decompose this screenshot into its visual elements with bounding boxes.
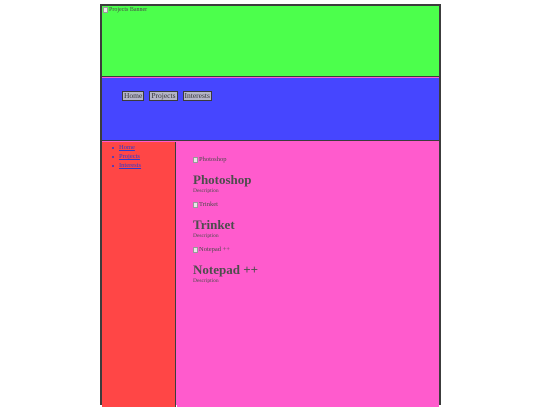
project-trinket: Trinket Trinket Description [193,195,235,239]
project-title: Photoshop [193,172,252,187]
project-image-alt: Notepad ++ [199,245,230,253]
project-image-alt: Photoshop [199,155,227,163]
sidebar-link-home[interactable]: Home [119,143,135,152]
broken-image-icon [193,202,198,208]
banner: Projects Banner [102,6,439,77]
broken-image-icon [103,7,108,13]
sidebar-item-interests: Interests [112,161,141,170]
nav-buttons: Home Projects Interests [122,91,212,101]
project-notepad: Notepad ++ Notepad ++ Description [193,240,258,284]
page-frame: Projects Banner Home Projects Interests … [100,4,441,407]
project-description: Description [193,188,219,194]
nav-button-home[interactable]: Home [122,91,145,101]
project-description: Description [193,233,219,239]
project-title: Trinket [193,217,235,232]
sidebar-item-projects: Projects [112,152,141,161]
bullet-icon [112,155,114,158]
project-image: Notepad ++ [193,245,230,254]
navbar: Home Projects Interests [102,78,439,141]
project-description: Description [193,278,219,284]
nav-button-interests[interactable]: Interests [182,91,212,101]
bullet-icon [112,146,114,149]
banner-image: Projects Banner [103,7,147,13]
project-image: Trinket [193,200,218,209]
broken-image-icon [193,157,198,163]
nav-button-projects[interactable]: Projects [149,91,178,101]
project-image-alt: Trinket [199,200,218,208]
project-image: Photoshop [193,155,227,164]
banner-image-alt: Projects Banner [109,7,148,13]
project-title: Notepad ++ [193,262,259,277]
main-content: Photoshop Photoshop Description Trinket … [177,142,439,407]
sidebar-item-home: Home [112,143,141,152]
bullet-icon [112,164,114,167]
sidebar: Home Projects Interests [102,142,176,407]
broken-image-icon [193,247,198,253]
sidebar-link-interests[interactable]: Interests [119,161,141,170]
project-photoshop: Photoshop Photoshop Description [193,150,252,194]
sidebar-list: Home Projects Interests [112,143,141,170]
sidebar-link-projects[interactable]: Projects [119,152,140,161]
